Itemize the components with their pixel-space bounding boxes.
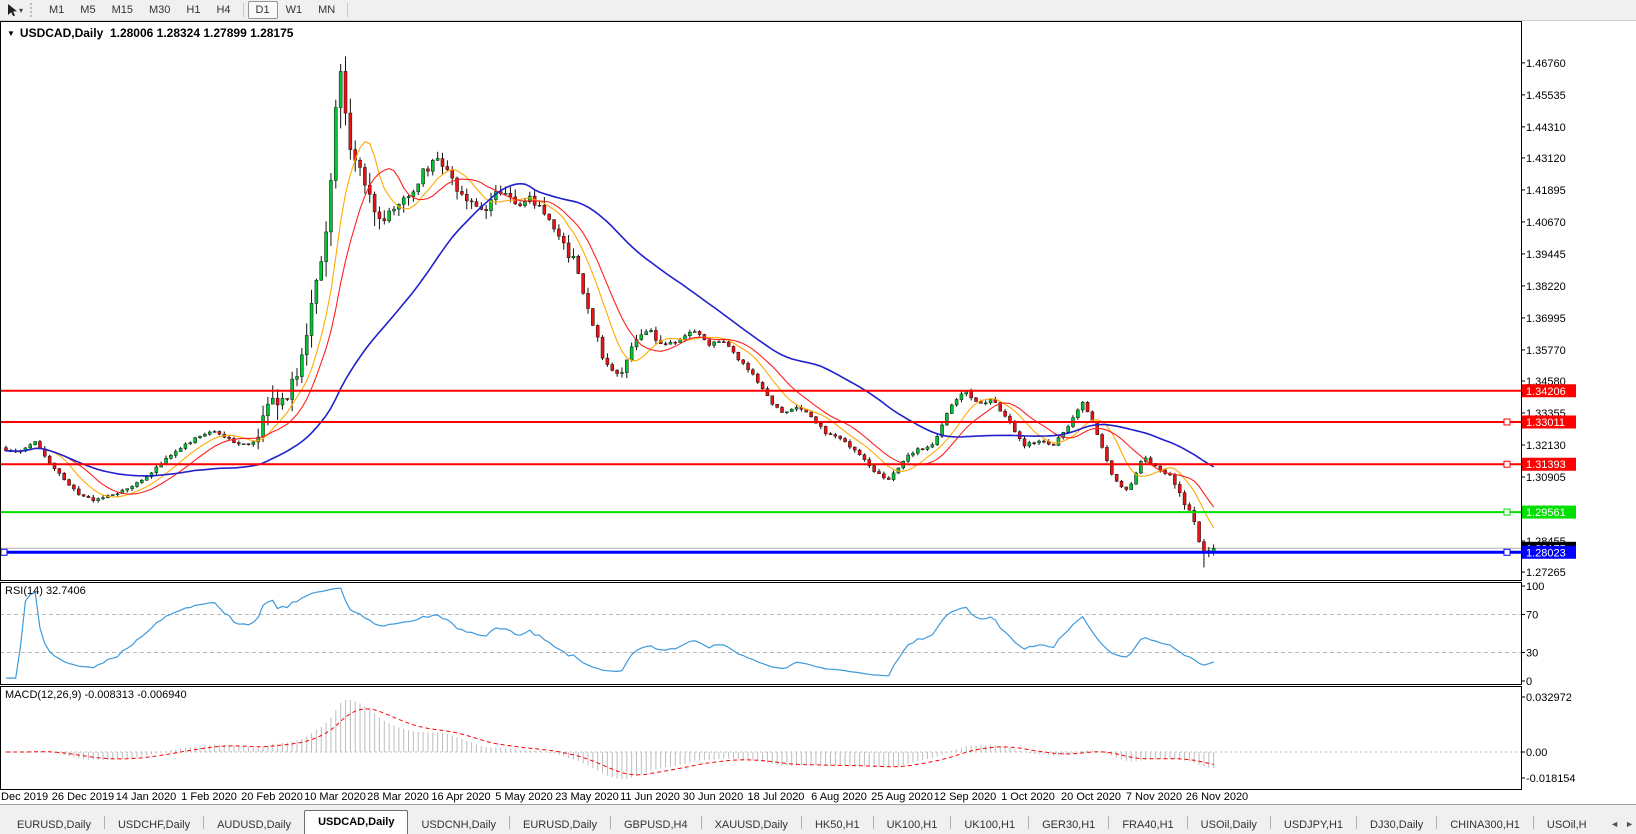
mt4-window: ▾ M1M5M15M30H1H4D1W1MN 1.467601.455351.4… xyxy=(0,0,1636,834)
svg-text:14 Jan 2020: 14 Jan 2020 xyxy=(116,791,177,803)
timeframe-button-h4[interactable]: H4 xyxy=(208,1,238,19)
svg-text:7 Dec 2019: 7 Dec 2019 xyxy=(0,791,48,803)
svg-text:6 Aug 2020: 6 Aug 2020 xyxy=(811,791,867,803)
chart-tabs-bar: EURUSD,DailyUSDCHF,DailyAUDUSD,DailyUSDC… xyxy=(0,804,1636,834)
chart-tab-usdcnh-daily[interactable]: USDCNH,Daily xyxy=(408,815,509,834)
timeframe-button-m1[interactable]: M1 xyxy=(41,1,72,19)
svg-text:0.032972: 0.032972 xyxy=(1526,692,1572,704)
svg-text:1.43120: 1.43120 xyxy=(1526,153,1566,165)
svg-text:1.31393: 1.31393 xyxy=(1526,459,1566,471)
timeframe-button-m15[interactable]: M15 xyxy=(104,1,141,19)
toolbar-separator xyxy=(347,3,348,17)
macd-indicator xyxy=(6,700,1214,779)
svg-text:5 May 2020: 5 May 2020 xyxy=(495,791,552,803)
svg-text:1.35770: 1.35770 xyxy=(1526,345,1566,357)
svg-text:1.39445: 1.39445 xyxy=(1526,249,1566,261)
chart-tab-china300-h1[interactable]: CHINA300,H1 xyxy=(1437,815,1533,834)
tab-scroll-arrows: ◄ ► xyxy=(1604,819,1634,829)
svg-text:-0.018154: -0.018154 xyxy=(1526,773,1576,785)
chart-area: 1.46760 1.45535 1.44310 1.43120 1.41895 1.406… xyxy=(0,21,1636,804)
indicator-level-lines xyxy=(0,615,1521,753)
chart-tab-usdchf-daily[interactable]: USDCHF,Daily xyxy=(105,815,203,834)
timeframe-button-mn[interactable]: MN xyxy=(310,1,343,19)
svg-text:1.44310: 1.44310 xyxy=(1526,122,1566,134)
chart-canvas[interactable]: 1.46760 1.45535 1.44310 1.43120 1.41895 1.406… xyxy=(0,21,1636,804)
chart-tab-eurusd-daily[interactable]: EURUSD,Daily xyxy=(4,815,104,834)
svg-text:0.00: 0.00 xyxy=(1526,747,1547,759)
svg-text:1.46760: 1.46760 xyxy=(1526,58,1566,70)
svg-text:1.34206: 1.34206 xyxy=(1526,386,1566,398)
svg-text:25 Aug 2020: 25 Aug 2020 xyxy=(871,791,933,803)
svg-text:20 Feb 2020: 20 Feb 2020 xyxy=(241,791,303,803)
svg-text:1.40670: 1.40670 xyxy=(1526,217,1566,229)
chart-title: ▼ USDCAD,Daily 1.28006 1.28324 1.27899 1… xyxy=(7,26,293,40)
svg-text:1.27265: 1.27265 xyxy=(1526,567,1566,579)
macd-label: MACD(12,26,9) -0.008313 -0.006940 xyxy=(5,689,187,701)
svg-text:26 Dec 2019: 26 Dec 2019 xyxy=(52,791,114,803)
timeframe-button-d1[interactable]: D1 xyxy=(248,1,278,19)
chart-tab-gbpusd-h4[interactable]: GBPUSD,H4 xyxy=(611,815,701,834)
svg-text:70: 70 xyxy=(1526,610,1538,622)
tab-scroll-right-icon[interactable]: ► xyxy=(1625,819,1634,829)
chart-title-text: USDCAD,Daily 1.28006 1.28324 1.27899 1.2… xyxy=(20,26,294,40)
svg-text:18 Jul 2020: 18 Jul 2020 xyxy=(748,791,805,803)
svg-text:100: 100 xyxy=(1526,581,1544,593)
svg-text:12 Sep 2020: 12 Sep 2020 xyxy=(934,791,996,803)
chart-tab-dj30-daily[interactable]: DJ30,Daily xyxy=(1357,815,1436,834)
svg-text:26 Nov 2020: 26 Nov 2020 xyxy=(1186,791,1248,803)
candles-layer xyxy=(5,56,1216,567)
svg-text:0: 0 xyxy=(1526,676,1532,688)
horizontal-lines-layer[interactable] xyxy=(0,391,1521,555)
timeframe-button-m5[interactable]: M5 xyxy=(72,1,103,19)
timeframe-toolbar: ▾ M1M5M15M30H1H4 D1W1MN xyxy=(0,0,1636,21)
svg-text:1.32130: 1.32130 xyxy=(1526,440,1566,452)
cursor-tool-button[interactable]: ▾ xyxy=(0,1,26,19)
svg-text:23 May 2020: 23 May 2020 xyxy=(555,791,619,803)
svg-text:11 Jun 2020: 11 Jun 2020 xyxy=(620,791,680,803)
chart-tab-usoil-h[interactable]: USOil,H xyxy=(1534,815,1600,834)
timeframe-button-w1[interactable]: W1 xyxy=(278,1,311,19)
moving-averages xyxy=(6,142,1214,528)
svg-text:16 Apr 2020: 16 Apr 2020 xyxy=(431,791,490,803)
svg-text:7 Nov 2020: 7 Nov 2020 xyxy=(1126,791,1182,803)
svg-text:1 Oct 2020: 1 Oct 2020 xyxy=(1001,791,1055,803)
chart-tab-audusd-daily[interactable]: AUDUSD,Daily xyxy=(204,815,304,834)
chart-tab-ger30-h1[interactable]: GER30,H1 xyxy=(1029,815,1108,834)
pane-borders xyxy=(1,22,1522,790)
chart-tab-uk100-h1[interactable]: UK100,H1 xyxy=(951,815,1028,834)
svg-text:20 Oct 2020: 20 Oct 2020 xyxy=(1061,791,1121,803)
chart-tab-fra40-h1[interactable]: FRA40,H1 xyxy=(1109,815,1186,834)
svg-text:1.38220: 1.38220 xyxy=(1526,281,1566,293)
chart-tab-usoil-daily[interactable]: USOil,Daily xyxy=(1188,815,1270,834)
toolbar-separator xyxy=(243,3,244,17)
chart-tab-uk100-h1[interactable]: UK100,H1 xyxy=(874,815,951,834)
svg-text:10 Mar 2020: 10 Mar 2020 xyxy=(304,791,366,803)
timeframe-button-m30[interactable]: M30 xyxy=(141,1,178,19)
svg-text:1.33011: 1.33011 xyxy=(1526,417,1565,429)
svg-text:1.45535: 1.45535 xyxy=(1526,90,1566,102)
toolbar-grip-handle[interactable] xyxy=(30,3,35,17)
tab-scroll-left-icon[interactable]: ◄ xyxy=(1610,819,1619,829)
chart-tab-usdjpy-h1[interactable]: USDJPY,H1 xyxy=(1271,815,1356,834)
date-axis: 7 Dec 2019 26 Dec 201914 Jan 2020 1 Feb 20… xyxy=(0,791,1248,803)
cursor-arrow-icon xyxy=(5,3,18,17)
svg-text:1.36995: 1.36995 xyxy=(1526,313,1566,325)
timeframe-button-h1[interactable]: H1 xyxy=(178,1,208,19)
chart-tab-usdcad-daily[interactable]: USDCAD,Daily xyxy=(304,810,408,834)
svg-text:28 Mar 2020: 28 Mar 2020 xyxy=(367,791,429,803)
chart-tab-eurusd-daily[interactable]: EURUSD,Daily xyxy=(510,815,610,834)
svg-text:1.41895: 1.41895 xyxy=(1526,185,1566,197)
rsi-indicator xyxy=(6,588,1214,678)
collapse-triangle-icon[interactable]: ▼ xyxy=(7,29,15,38)
chart-tab-hk50-h1[interactable]: HK50,H1 xyxy=(802,815,873,834)
rsi-label: RSI(14) 32.7406 xyxy=(5,585,86,597)
svg-text:30 Jun 2020: 30 Jun 2020 xyxy=(683,791,744,803)
svg-text:1.30905: 1.30905 xyxy=(1526,472,1566,484)
svg-text:1.29561: 1.29561 xyxy=(1526,507,1566,519)
svg-text:30: 30 xyxy=(1526,648,1538,660)
svg-text:1 Feb 2020: 1 Feb 2020 xyxy=(181,791,237,803)
chevron-down-icon: ▾ xyxy=(19,6,23,15)
svg-text:1.28023: 1.28023 xyxy=(1526,547,1566,559)
chart-tab-xauusd-daily[interactable]: XAUUSD,Daily xyxy=(702,815,801,834)
